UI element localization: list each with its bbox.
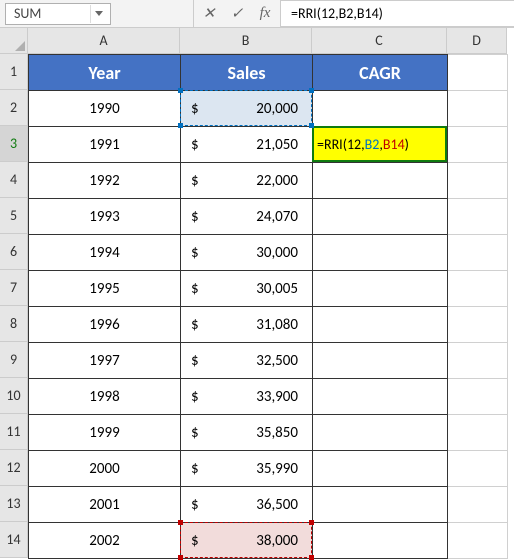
sales-cell[interactable]: $20,000 xyxy=(181,91,313,127)
sales-cell[interactable]: $33,900 xyxy=(181,379,313,415)
column-header-B[interactable]: B xyxy=(180,28,312,54)
row-header-12[interactable]: 12 xyxy=(0,450,28,486)
cagr-cell[interactable] xyxy=(313,379,448,415)
name-box[interactable]: SUM xyxy=(5,3,111,25)
cell[interactable] xyxy=(448,343,508,379)
name-box-value: SUM xyxy=(14,5,41,22)
year-header-cell[interactable]: Year xyxy=(29,55,181,91)
sales-cell[interactable]: $21,050 xyxy=(181,127,313,163)
row-header-1[interactable]: 1 xyxy=(0,54,28,90)
row-header-5[interactable]: 5 xyxy=(0,198,28,234)
year-cell[interactable]: 2001 xyxy=(29,487,181,523)
year-cell[interactable]: 1995 xyxy=(29,271,181,307)
column-header-A[interactable]: A xyxy=(28,28,180,54)
year-cell[interactable]: 1997 xyxy=(29,343,181,379)
column-header-C[interactable]: C xyxy=(312,28,447,54)
sales-cell[interactable]: $30,005 xyxy=(181,271,313,307)
cagr-cell[interactable] xyxy=(313,523,448,559)
cagr-cell[interactable]: =RRI(12,B2,B14) xyxy=(313,127,448,163)
cell[interactable] xyxy=(448,235,508,271)
cagr-cell[interactable] xyxy=(313,307,448,343)
row-header-10[interactable]: 10 xyxy=(0,378,28,414)
sales-cell[interactable]: $38,000 xyxy=(181,523,313,559)
name-box-dropdown-icon[interactable] xyxy=(90,5,106,23)
sales-cell[interactable]: $22,000 xyxy=(181,163,313,199)
year-cell[interactable]: 1994 xyxy=(29,235,181,271)
cell[interactable] xyxy=(448,199,508,235)
formula-bar: SUM ✕ ✓ fx =RRI(12,B2,B14) xyxy=(0,0,514,28)
cagr-cell[interactable] xyxy=(313,199,448,235)
spreadsheet-grid: 1234567891011121314 ABCD YearSalesCAGR19… xyxy=(0,28,514,558)
cell[interactable] xyxy=(448,379,508,415)
cell[interactable] xyxy=(448,523,508,559)
cagr-header-cell[interactable]: CAGR xyxy=(313,55,448,91)
year-cell[interactable]: 1990 xyxy=(29,91,181,127)
formula-bar-buttons: ✕ ✓ fx xyxy=(193,0,281,27)
cell[interactable] xyxy=(448,307,508,343)
cagr-cell[interactable] xyxy=(313,235,448,271)
formula-text: =RRI(12,B2,B14) xyxy=(291,5,383,22)
sales-cell[interactable]: $31,080 xyxy=(181,307,313,343)
year-cell[interactable]: 1998 xyxy=(29,379,181,415)
sales-header-cell[interactable]: Sales xyxy=(181,55,313,91)
cell[interactable] xyxy=(448,451,508,487)
select-all-corner[interactable] xyxy=(0,28,28,54)
year-cell[interactable]: 1999 xyxy=(29,415,181,451)
cagr-cell[interactable] xyxy=(313,91,448,127)
cancel-icon[interactable]: ✕ xyxy=(200,4,218,23)
sales-cell[interactable]: $35,850 xyxy=(181,415,313,451)
year-cell[interactable]: 2000 xyxy=(29,451,181,487)
row-header-3[interactable]: 3 xyxy=(0,126,28,162)
cagr-cell[interactable] xyxy=(313,271,448,307)
column-header-D[interactable]: D xyxy=(447,28,507,54)
cell[interactable] xyxy=(448,127,508,163)
grid-body: ABCD YearSalesCAGR 1990$20,0001991$21,050… xyxy=(28,28,508,558)
row-header-13[interactable]: 13 xyxy=(0,486,28,522)
cell[interactable] xyxy=(448,55,508,91)
cells-area: YearSalesCAGR 1990$20,0001991$21,050=RRI(… xyxy=(28,54,508,559)
sales-cell[interactable]: $32,500 xyxy=(181,343,313,379)
cagr-cell[interactable] xyxy=(313,163,448,199)
confirm-icon[interactable]: ✓ xyxy=(228,4,246,23)
sales-cell[interactable]: $36,500 xyxy=(181,487,313,523)
row-header-6[interactable]: 6 xyxy=(0,234,28,270)
cell[interactable] xyxy=(448,487,508,523)
cell[interactable] xyxy=(448,415,508,451)
cell-table[interactable]: YearSalesCAGR 1990$20,0001991$21,050=RRI(… xyxy=(28,54,508,559)
cagr-cell[interactable] xyxy=(313,415,448,451)
row-header-4[interactable]: 4 xyxy=(0,162,28,198)
cell[interactable] xyxy=(448,271,508,307)
cagr-cell[interactable] xyxy=(313,487,448,523)
year-cell[interactable]: 1991 xyxy=(29,127,181,163)
year-cell[interactable]: 1992 xyxy=(29,163,181,199)
row-header-14[interactable]: 14 xyxy=(0,522,28,558)
fx-icon[interactable]: fx xyxy=(256,5,274,22)
cell[interactable] xyxy=(448,163,508,199)
year-cell[interactable]: 1996 xyxy=(29,307,181,343)
year-cell[interactable]: 2002 xyxy=(29,523,181,559)
row-header-7[interactable]: 7 xyxy=(0,270,28,306)
cagr-cell[interactable] xyxy=(313,451,448,487)
cagr-cell[interactable] xyxy=(313,343,448,379)
row-header-9[interactable]: 9 xyxy=(0,342,28,378)
cell[interactable] xyxy=(448,91,508,127)
year-cell[interactable]: 1993 xyxy=(29,199,181,235)
sales-cell[interactable]: $35,990 xyxy=(181,451,313,487)
row-header-8[interactable]: 8 xyxy=(0,306,28,342)
formula-input[interactable]: =RRI(12,B2,B14) xyxy=(281,0,514,27)
sales-cell[interactable]: $24,070 xyxy=(181,199,313,235)
row-header-column: 1234567891011121314 xyxy=(0,28,28,558)
sales-cell[interactable]: $30,000 xyxy=(181,235,313,271)
row-header-2[interactable]: 2 xyxy=(0,90,28,126)
row-header-11[interactable]: 11 xyxy=(0,414,28,450)
